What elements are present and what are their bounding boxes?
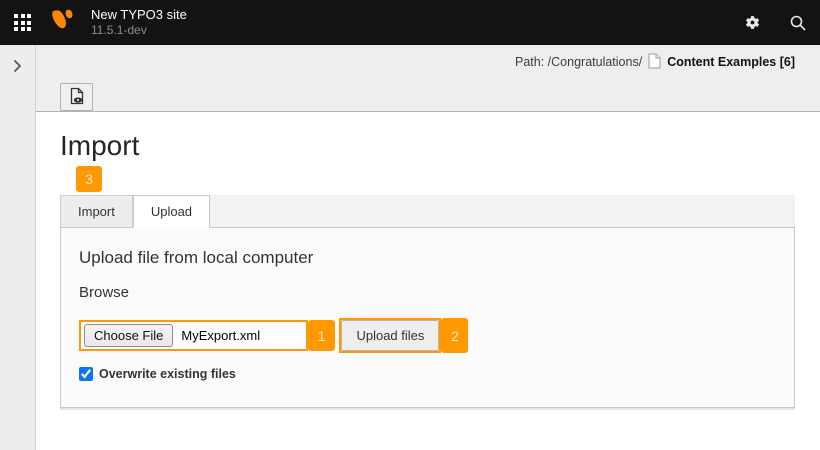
- upload-button-outline: Upload files: [339, 318, 441, 353]
- typo3-logo-button[interactable]: [45, 0, 83, 45]
- breadcrumb-path: Path: /Congratulations/: [515, 55, 642, 69]
- pagetree-rail: [0, 45, 36, 450]
- overwrite-checkbox-label[interactable]: Overwrite existing files: [99, 367, 236, 381]
- tabbar: Import Upload: [60, 195, 795, 228]
- site-info: New TYPO3 site 11.5.1-dev: [91, 7, 187, 38]
- page-icon: [648, 53, 661, 72]
- browse-label: Browse: [79, 284, 776, 301]
- docheader-buttons: [60, 83, 795, 111]
- gear-icon: [744, 14, 761, 31]
- annotation-marker-1: 1: [308, 320, 335, 351]
- breadcrumb: Path: /Congratulations/ Content Examples…: [60, 52, 795, 72]
- overwrite-checkbox-row: Overwrite existing files: [79, 367, 776, 381]
- site-version: 11.5.1-dev: [91, 23, 187, 38]
- typo3-logo-icon: [50, 7, 78, 38]
- panel-heading: Upload file from local computer: [79, 248, 776, 268]
- pagetree-expand-button[interactable]: [6, 55, 30, 79]
- app-body: Path: /Congratulations/ Content Examples…: [0, 45, 820, 450]
- choose-file-button[interactable]: Choose File: [84, 324, 173, 347]
- settings-button[interactable]: [730, 0, 775, 45]
- document-eye-icon: [69, 87, 85, 108]
- search-icon: [789, 14, 807, 32]
- annotation-marker-3: 3: [76, 166, 102, 192]
- upload-files-button[interactable]: Upload files: [341, 320, 439, 351]
- module-container: Path: /Congratulations/ Content Examples…: [36, 45, 820, 450]
- upload-button-control: Upload files 2: [339, 318, 468, 353]
- page-title: Import: [60, 130, 795, 162]
- module-menu-button[interactable]: [0, 0, 45, 45]
- upload-panel: Upload file from local computer Browse C…: [60, 228, 795, 408]
- docheader: Path: /Congratulations/ Content Examples…: [36, 45, 820, 112]
- selected-file-name: MyExport.xml: [173, 328, 260, 343]
- chevron-right-icon: [13, 60, 22, 77]
- apps-grid-icon: [14, 14, 31, 31]
- tab-upload[interactable]: Upload: [133, 195, 210, 228]
- module-body: Import 3 Import Upload Upload file from …: [36, 112, 820, 450]
- search-button[interactable]: [775, 0, 820, 45]
- tab-import[interactable]: Import: [60, 195, 133, 227]
- topbar: New TYPO3 site 11.5.1-dev: [0, 0, 820, 45]
- annotation-marker-2: 2: [441, 318, 468, 353]
- file-upload-control: Choose File MyExport.xml 1: [79, 320, 335, 351]
- view-record-button[interactable]: [60, 83, 93, 111]
- breadcrumb-record-title: Content Examples [6]: [667, 55, 795, 69]
- file-input[interactable]: Choose File MyExport.xml: [79, 320, 308, 351]
- site-title: New TYPO3 site: [91, 7, 187, 23]
- overwrite-checkbox[interactable]: [79, 367, 93, 381]
